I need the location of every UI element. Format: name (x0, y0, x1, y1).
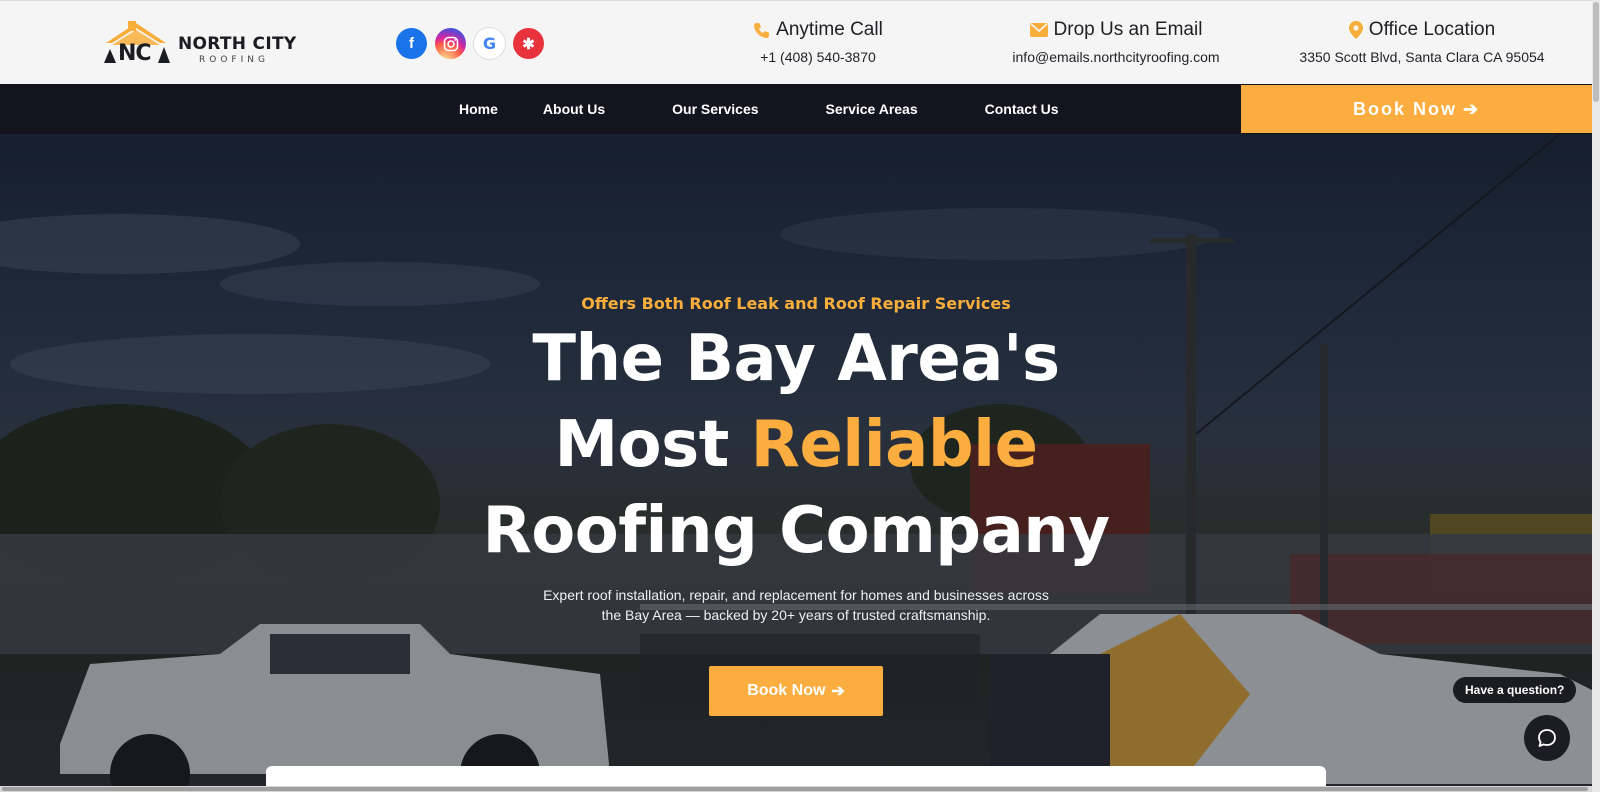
facebook-icon[interactable]: f (396, 28, 427, 59)
nav-links: Home About Us Our Services Service Areas… (459, 84, 1059, 134)
nav-contact-us[interactable]: Contact Us (985, 101, 1059, 117)
map-pin-icon (1348, 21, 1363, 39)
envelope-icon (1029, 23, 1048, 37)
chat-icon (1538, 729, 1556, 747)
email-title: Drop Us an Email (1053, 19, 1203, 40)
horizontal-scrollbar-thumb[interactable] (2, 787, 1588, 791)
hero-headline-line-1: The Bay Area's (532, 322, 1060, 396)
nav-service-areas[interactable]: Service Areas (826, 101, 918, 117)
logo[interactable]: NC NORTH CITY ROOFING (102, 19, 302, 67)
logo-subtitle: ROOFING (199, 55, 269, 65)
vertical-scrollbar[interactable] (1592, 0, 1600, 792)
phone-number[interactable]: +1 (408) 540-3870 (752, 49, 884, 65)
hero-description-line-1: Expert roof installation, repair, and re… (543, 587, 1049, 603)
instagram-glyph (443, 36, 458, 51)
office-address[interactable]: 3350 Scott Blvd, Santa Clara CA 95054 (1298, 49, 1546, 65)
hero-tagline: Offers Both Roof Leak and Roof Repair Se… (581, 294, 1011, 313)
location-title: Office Location (1368, 19, 1496, 40)
arrow-right-icon: ➔ (831, 683, 845, 700)
hero-description-line-2: the Bay Area — backed by 20+ years of tr… (601, 607, 991, 623)
google-glyph: G (482, 34, 497, 53)
horizontal-scrollbar[interactable] (0, 786, 1592, 792)
chat-button[interactable] (1524, 715, 1570, 761)
hero-headline-reliable: Reliable (750, 408, 1038, 482)
yelp-icon[interactable]: ✱ (513, 28, 544, 59)
book-now-header-button[interactable]: Book Now ➔ (1241, 85, 1592, 133)
phone-icon (754, 22, 770, 38)
contact-location[interactable]: Office Location 3350 Scott Blvd, Santa C… (1298, 19, 1546, 65)
call-title: Anytime Call (776, 19, 883, 40)
nav-our-services[interactable]: Our Services (672, 101, 758, 117)
hero-headline-line-3: Roofing Company (482, 494, 1110, 568)
google-icon[interactable]: G (474, 28, 505, 59)
instagram-icon[interactable] (435, 28, 466, 59)
contact-call[interactable]: Anytime Call +1 (408) 540-3870 (752, 19, 884, 65)
vertical-scrollbar-thumb[interactable] (1593, 2, 1599, 102)
hero-section: Offers Both Roof Leak and Roof Repair Se… (0, 134, 1600, 792)
book-now-header-label: Book Now (1352, 98, 1457, 119)
book-now-hero-label: Book Now (747, 682, 826, 699)
hero-description: Expert roof installation, repair, and re… (0, 585, 1592, 625)
arrow-right-icon: ➔ (1462, 98, 1481, 119)
logo-monogram: NC (118, 41, 152, 66)
contact-email[interactable]: Drop Us an Email info@emails.northcityro… (1002, 19, 1230, 65)
hero-headline-line-2: Most Reliable (0, 402, 1592, 488)
email-address[interactable]: info@emails.northcityroofing.com (1002, 49, 1230, 65)
nav-about-us[interactable]: About Us (543, 101, 605, 117)
nav-home[interactable]: Home (459, 101, 498, 117)
top-bar: NC NORTH CITY ROOFING f G ✱ Anytime Call… (0, 0, 1600, 84)
chat-prompt-bubble[interactable]: Have a question? (1453, 677, 1577, 703)
book-now-hero-button[interactable]: Book Now ➔ (709, 666, 883, 716)
hero-headline-most: Most (554, 408, 751, 482)
logo-name: NORTH CITY (178, 34, 297, 54)
social-links: f G ✱ (396, 28, 544, 59)
